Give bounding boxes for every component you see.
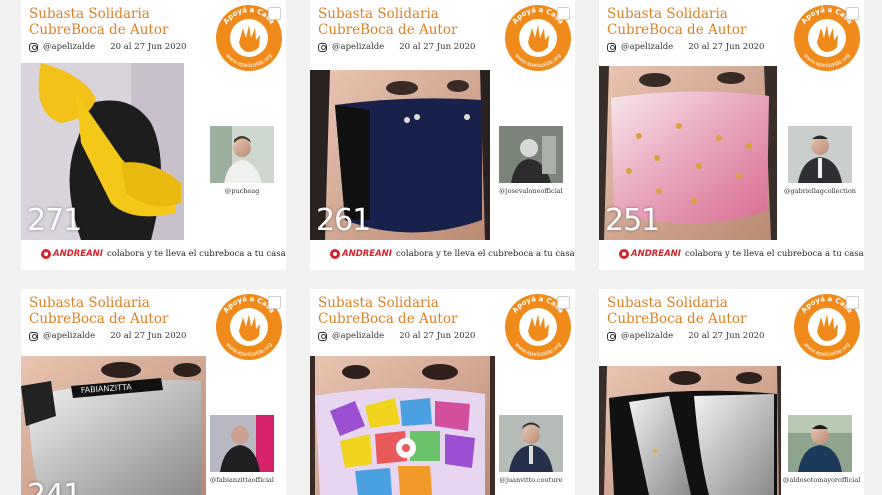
post-meta: @apelizalde 20 al 27 Jun 2020 [318,331,475,341]
mask-photo[interactable]: 261 [310,70,490,240]
lot-number: 261 [316,203,371,238]
auction-dates: 20 al 27 Jun 2020 [110,42,187,52]
mask-photo[interactable]: 271 [21,63,184,240]
designer-handle[interactable]: @josevaloneofficial [494,187,568,195]
designer-handle[interactable]: @aldosotomayorofficial [783,476,860,484]
post-card[interactable]: Subasta Solidaria CubreBoca de Autor @ape… [21,289,286,495]
post-card[interactable]: Subasta Solidaria CubreBoca de Autor @ape… [21,0,286,270]
post-card[interactable]: Subasta Solidaria CubreBoca de Autor @ape… [310,289,575,495]
auction-dates: 20 al 27 Jun 2020 [110,331,187,341]
auction-dates: 20 al 27 Jun 2020 [399,42,476,52]
andreani-logo: ANDREANI [619,249,681,259]
select-checkbox[interactable] [846,7,859,20]
lot-number: 271 [27,203,82,238]
mask-photo[interactable] [310,356,495,495]
instagram-icon [29,42,38,52]
instagram-icon [318,331,327,341]
designer-avatar[interactable] [210,415,274,472]
designer-avatar[interactable] [499,415,563,472]
account-handle: @apelizalde [332,42,385,52]
sponsor-footer: ANDREANI colabora y te lleva el cubreboc… [330,249,575,259]
designer-avatar[interactable] [210,126,274,183]
lot-number: 241 [27,479,82,495]
designer-avatar[interactable] [788,126,852,183]
post-title: Subasta Solidaria CubreBoca de Autor [29,6,169,38]
post-title: Subasta Solidaria CubreBoca de Autor [29,295,169,327]
designer-handle[interactable]: @fabianzittaofficial [205,476,279,484]
post-meta: @apelizalde 20 al 27 Jun 2020 [607,42,764,52]
andreani-logo: ANDREANI [330,249,392,259]
designer-avatar[interactable] [788,415,852,472]
post-meta: @apelizalde 20 al 27 Jun 2020 [607,331,764,341]
instagram-icon [607,42,616,52]
post-title: Subasta Solidaria CubreBoca de Autor [318,6,458,38]
mask-photo[interactable]: 251 [599,66,777,240]
account-handle: @apelizalde [43,42,96,52]
designer-handle[interactable]: @juanvitto.couture [494,476,568,484]
instagram-icon [318,42,327,52]
account-handle: @apelizalde [332,331,385,341]
select-checkbox[interactable] [268,7,281,20]
account-handle: @apelizalde [621,331,674,341]
mask-photo[interactable] [599,366,781,495]
auction-dates: 20 al 27 Jun 2020 [688,331,765,341]
designer-handle[interactable]: @pucheag [205,187,279,195]
instagram-icon [607,331,616,341]
select-checkbox[interactable] [846,296,859,309]
post-meta: @apelizalde 20 al 27 Jun 2020 [29,42,186,52]
select-checkbox[interactable] [557,296,570,309]
post-card[interactable]: Subasta Solidaria CubreBoca de Autor @ape… [599,289,864,495]
post-card[interactable]: Subasta Solidaria CubreBoca de Autor @ape… [599,0,864,270]
instagram-icon [29,331,38,341]
designer-handle[interactable]: @gabriellagcollection [783,187,857,195]
account-handle: @apelizalde [43,331,96,341]
select-checkbox[interactable] [268,296,281,309]
sponsor-footer: ANDREANI colabora y te lleva el cubreboc… [619,249,864,259]
andreani-logo: ANDREANI [41,249,103,259]
post-title: Subasta Solidaria CubreBoca de Autor [607,6,747,38]
post-title: Subasta Solidaria CubreBoca de Autor [607,295,747,327]
post-card[interactable]: Subasta Solidaria CubreBoca de Autor @ape… [310,0,575,270]
post-title: Subasta Solidaria CubreBoca de Autor [318,295,458,327]
auction-dates: 20 al 27 Jun 2020 [688,42,765,52]
mask-photo[interactable]: FABIANZITTA 241 [21,356,206,495]
post-meta: @apelizalde 20 al 27 Jun 2020 [318,42,475,52]
designer-avatar[interactable] [499,126,563,183]
select-checkbox[interactable] [557,7,570,20]
account-handle: @apelizalde [621,42,674,52]
auction-dates: 20 al 27 Jun 2020 [399,331,476,341]
sponsor-footer: ANDREANI colabora y te lleva el cubreboc… [41,249,286,259]
lot-number: 251 [605,203,660,238]
post-meta: @apelizalde 20 al 27 Jun 2020 [29,331,186,341]
